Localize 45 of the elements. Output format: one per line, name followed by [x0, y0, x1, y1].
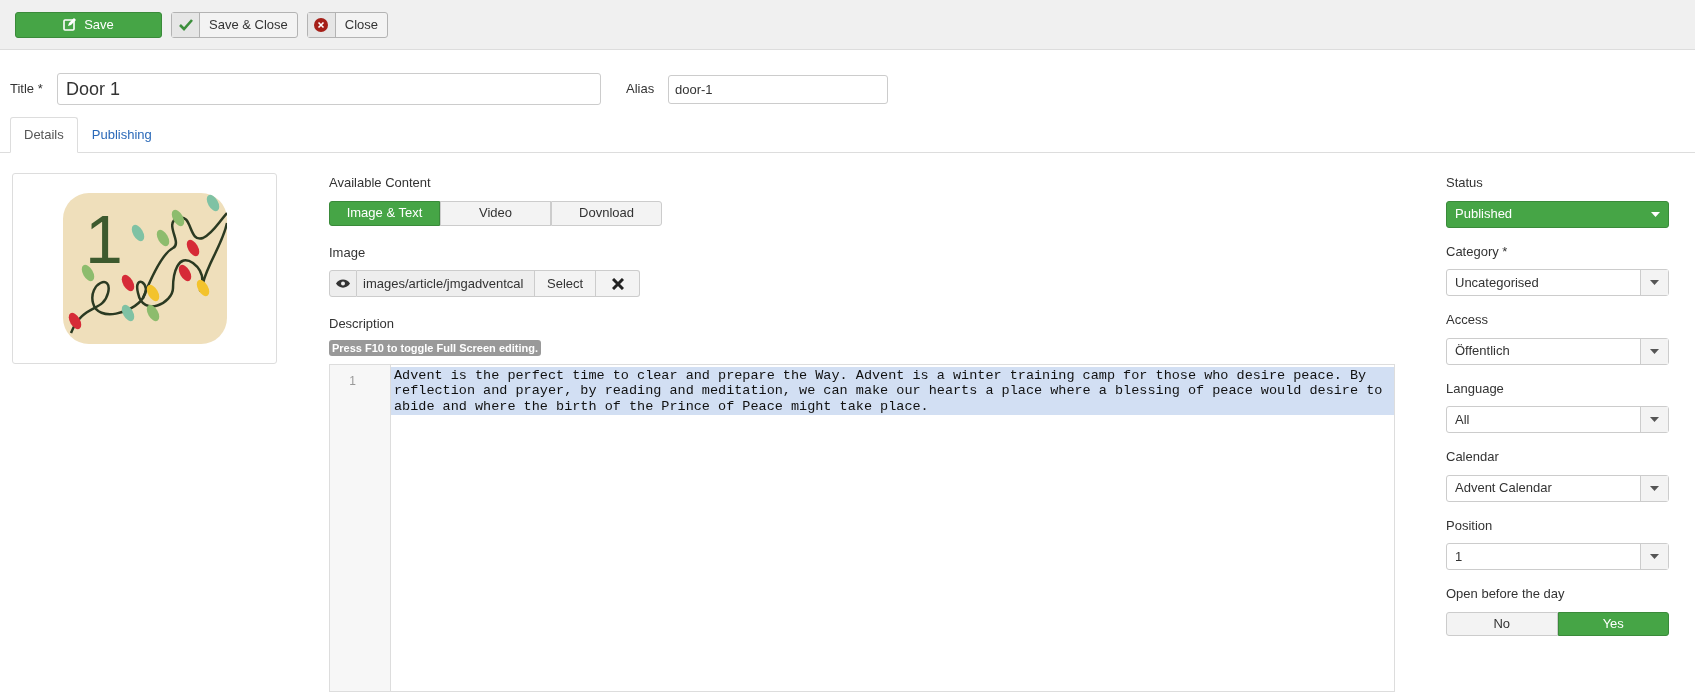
- field-label: Description: [329, 315, 396, 333]
- caret-icon: [1650, 417, 1659, 422]
- field-label: Access: [1446, 311, 1489, 329]
- caret-icon: [1650, 485, 1659, 491]
- field-label: Available Content: [329, 174, 432, 192]
- image-path-field[interactable]: images/article/jmgadventcal: [357, 270, 534, 297]
- caret-icon: [1650, 280, 1659, 285]
- select-field[interactable]: 1: [1446, 543, 1669, 570]
- clear-button[interactable]: [596, 270, 641, 297]
- line-number: 1: [349, 373, 356, 388]
- close-button[interactable]: Close: [306, 11, 388, 38]
- string-lights-drawing: 1: [62, 193, 227, 344]
- edit-icon: [63, 18, 77, 31]
- field-label: Position: [1446, 516, 1494, 535]
- editor-text: Advent is the perfect time to clear and prepare the Way. Advent is a winter training camp for those who desire peace. By reflection and prayer, by reading and meditation, we can make our hearts a place where a blessing of peace would desire to abide and where the birth of the Prince of Peace might take place.: [391, 366, 1394, 415]
- select-field[interactable]: Advent Calendar: [1446, 474, 1669, 502]
- editor-hint: Press F10 to toggle Full Screen editing.: [329, 339, 541, 356]
- field-label: Title *: [10, 80, 44, 99]
- select-field[interactable]: Öffentlich: [1446, 337, 1669, 365]
- close-circle-icon: [314, 17, 329, 32]
- field-label: Category *: [1446, 242, 1509, 261]
- field-label: Open before the day: [1446, 585, 1566, 603]
- close-icon: [611, 277, 624, 290]
- toggle-option[interactable]: No: [1446, 611, 1558, 636]
- field-label: Language: [1446, 379, 1505, 398]
- tab[interactable]: Details: [10, 117, 78, 153]
- eye-icon: [336, 279, 350, 288]
- caret-icon: [1650, 554, 1659, 559]
- caret-icon: [1651, 211, 1660, 217]
- alias-field[interactable]: door-1: [668, 74, 888, 104]
- field-label: Status: [1446, 174, 1484, 192]
- tab[interactable]: Publishing: [77, 117, 166, 153]
- preview-button[interactable]: [329, 270, 357, 297]
- select-field[interactable]: Uncategorised: [1446, 269, 1669, 296]
- content-option[interactable]: Dovnload: [551, 200, 662, 226]
- caret-icon: [1650, 348, 1659, 354]
- select-button[interactable]: Select: [534, 270, 597, 297]
- field-label: Alias: [626, 80, 656, 99]
- select-field[interactable]: All: [1446, 406, 1669, 433]
- field-label: Calendar: [1446, 448, 1500, 466]
- field-label: Image: [329, 243, 367, 262]
- title-field[interactable]: Door 1: [57, 73, 601, 105]
- check-icon: [178, 18, 193, 31]
- content-option[interactable]: Video: [440, 200, 551, 226]
- save-close-button[interactable]: Save & Close: [171, 11, 298, 38]
